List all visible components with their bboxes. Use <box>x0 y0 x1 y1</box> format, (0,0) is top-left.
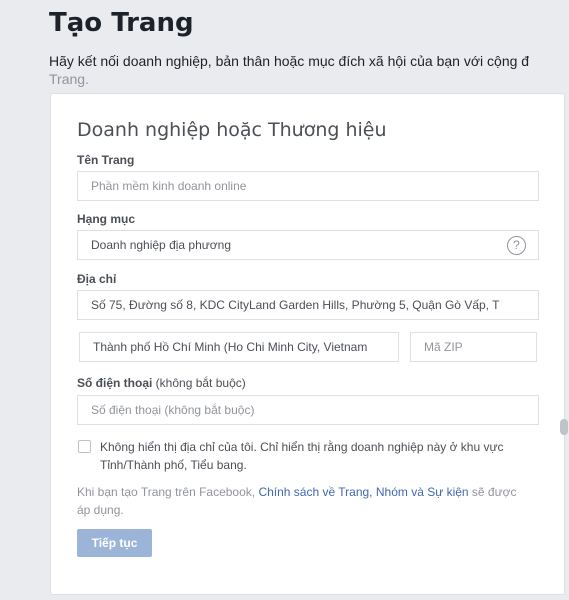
page-description-text: Hãy kết nối doanh nghiệp, bản thân hoặc … <box>49 53 530 69</box>
form-title: Doanh nghiệp hoặc Thương hiệu <box>77 119 387 141</box>
phone-label-text: Số điện thoại <box>77 376 153 390</box>
continue-button[interactable]: Tiếp tục <box>77 529 152 557</box>
category-value: Doanh nghiệp địa phương <box>91 238 232 252</box>
phone-label-optional: (không bắt buộc) <box>152 376 246 390</box>
hide-address-checkbox[interactable] <box>78 440 91 453</box>
page-name-label: Tên Trang <box>77 153 135 167</box>
page-name-input[interactable]: Phần mềm kinh doanh online <box>77 171 539 201</box>
page-title: Tạo Trang <box>49 8 194 38</box>
hide-address-label: Không hiển thị địa chỉ của tôi. Chỉ hiển… <box>100 440 504 472</box>
policy-prefix: Khi bạn tạo Trang trên Facebook, <box>77 485 259 499</box>
address-label: Địa chỉ <box>77 272 117 286</box>
page-description: Hãy kết nối doanh nghiệp, bản thân hoặc … <box>49 52 569 88</box>
category-input[interactable]: Doanh nghiệp địa phương ? <box>77 230 539 260</box>
phone-input[interactable]: Số điện thoại (không bắt buộc) <box>77 395 539 425</box>
policy-notice: Khi bạn tạo Trang trên Facebook, Chính s… <box>77 483 527 519</box>
street-address-input[interactable]: Số 75, Đường số 8, KDC CityLand Garden H… <box>77 290 539 320</box>
help-icon[interactable]: ? <box>507 236 526 255</box>
city-input[interactable]: Thành phố Hồ Chí Minh (Ho Chi Minh City,… <box>79 332 399 362</box>
phone-label: Số điện thoại (không bắt buộc) <box>77 376 246 390</box>
zip-input[interactable]: Mã ZIP <box>410 332 537 362</box>
category-label: Hạng mục <box>77 212 136 226</box>
page-description-continued: Trang. <box>49 71 89 87</box>
scroll-handle[interactable] <box>560 419 568 435</box>
policy-link[interactable]: Chính sách về Trang, Nhóm và Sự kiện <box>258 485 468 499</box>
create-page-form-card: Doanh nghiệp hoặc Thương hiệu Tên Trang … <box>50 93 568 595</box>
